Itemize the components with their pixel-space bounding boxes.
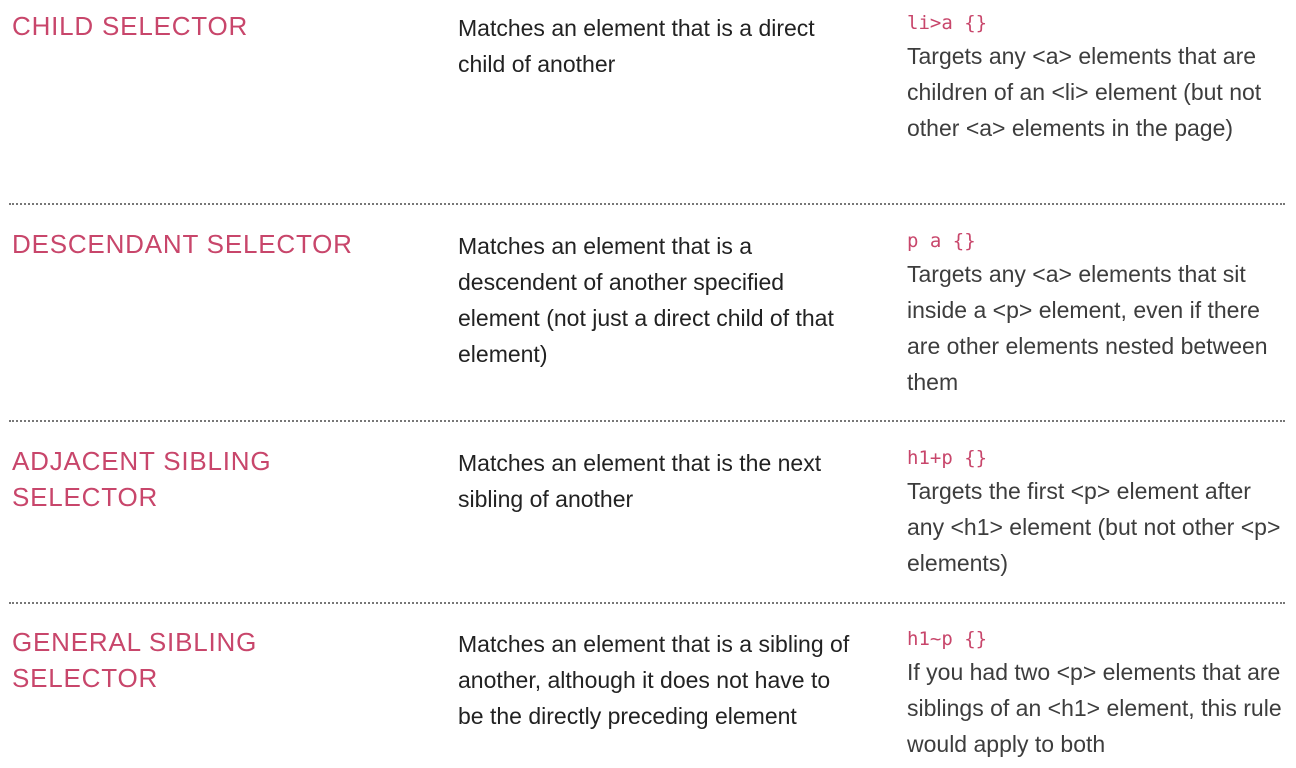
example-code: li>a {} (907, 12, 988, 34)
example-text: Targets any <a> elements that are childr… (907, 43, 1262, 141)
selector-name: CHILD SELECTOR (12, 11, 249, 41)
example-text: Targets any <a> elements that sit inside… (907, 261, 1268, 395)
selector-description: Matches an element that is the next sibl… (458, 450, 822, 512)
selector-example: h1~p {} If you had two <p> elements that… (907, 624, 1292, 762)
example-code: h1+p {} (907, 447, 988, 469)
selector-description: Matches an element that is a direct chil… (458, 15, 815, 77)
selector-example: li>a {} Targets any <a> elements that ar… (907, 8, 1292, 146)
selector-name: ADJACENT SIBLING SELECTOR (12, 446, 272, 512)
selector-example: h1+p {} Targets the first <p> element af… (907, 443, 1292, 581)
example-text: Targets the first <p> element after any … (907, 478, 1281, 576)
selector-description: Matches an element that is a sibling of … (458, 631, 850, 729)
selector-name: DESCENDANT SELECTOR (12, 229, 353, 259)
row-divider (9, 420, 1285, 422)
example-code: h1~p {} (907, 628, 988, 650)
selector-name: GENERAL SIBLING SELECTOR (12, 627, 258, 693)
example-text: If you had two <p> elements that are sib… (907, 659, 1282, 757)
example-code: p a {} (907, 230, 976, 252)
row-divider (9, 203, 1285, 205)
selector-description: Matches an element that is a descendent … (458, 233, 834, 367)
selector-example: p a {} Targets any <a> elements that sit… (907, 226, 1292, 400)
row-divider (9, 602, 1285, 604)
selector-reference-table: CHILD SELECTOR Matches an element that i… (0, 0, 1296, 768)
